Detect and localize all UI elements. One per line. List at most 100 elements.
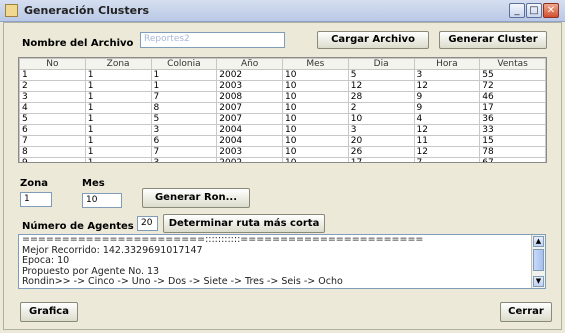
table-cell[interactable]: 2002	[216, 69, 283, 81]
table-row[interactable]: 4 1 8 2007 10 2 9 17	[19, 102, 546, 114]
table-row[interactable]: 7 1 6 2004 10 20 11 15	[19, 135, 546, 147]
table-cell[interactable]: 67	[479, 157, 546, 162]
col-header-no[interactable]: No	[19, 58, 86, 70]
table-cell[interactable]: 26	[347, 146, 415, 158]
data-table[interactable]: No Zona Colonia Año Mes Dia Hora Ventas …	[18, 57, 547, 163]
table-cell[interactable]: 10	[282, 157, 349, 162]
console-scrollbar[interactable]: ▲ ▼	[531, 235, 545, 288]
table-cell[interactable]: 9	[413, 102, 481, 114]
table-cell[interactable]: 6	[150, 135, 218, 147]
table-cell[interactable]: 28	[347, 91, 415, 103]
table-cell[interactable]: 10	[282, 124, 349, 136]
table-cell[interactable]: 7	[150, 91, 218, 103]
table-cell[interactable]: 12	[413, 80, 481, 92]
table-cell[interactable]: 17	[479, 102, 546, 114]
table-row[interactable]: 8 1 7 2003 10 26 12 78	[19, 146, 546, 158]
table-cell[interactable]: 46	[479, 91, 546, 103]
table-cell[interactable]: 1	[84, 124, 152, 136]
table-cell[interactable]: 78	[479, 146, 546, 158]
table-cell[interactable]: 10	[282, 113, 349, 125]
table-cell[interactable]: 3	[150, 157, 218, 162]
zona-input[interactable]: 1	[20, 192, 52, 207]
table-cell[interactable]: 2004	[216, 124, 283, 136]
output-textarea[interactable]: =======================:::::::::::======…	[18, 234, 546, 289]
table-cell[interactable]: 10	[347, 113, 415, 125]
table-cell[interactable]: 2003	[216, 146, 283, 158]
table-cell[interactable]: 12	[347, 80, 415, 92]
table-row[interactable]: 9 1 3 2002 10 17 7 67	[19, 157, 546, 162]
close-button[interactable]: Cerrar	[500, 302, 552, 322]
table-cell[interactable]: 1	[84, 135, 152, 147]
shortest-route-button[interactable]: Determinar ruta más corta	[163, 214, 325, 233]
table-cell[interactable]: 7	[19, 135, 86, 147]
table-row[interactable]: 2 1 1 2003 10 12 12 72	[19, 80, 546, 92]
table-cell[interactable]: 1	[84, 69, 152, 81]
table-cell[interactable]: 1	[84, 102, 152, 114]
col-header-zona[interactable]: Zona	[84, 58, 152, 70]
table-cell[interactable]: 11	[413, 135, 481, 147]
table-row[interactable]: 3 1 7 2008 10 28 9 46	[19, 91, 546, 103]
table-cell[interactable]: 1	[84, 91, 152, 103]
table-cell[interactable]: 36	[479, 113, 546, 125]
table-cell[interactable]: 1	[84, 157, 152, 162]
table-cell[interactable]: 2003	[216, 80, 283, 92]
table-cell[interactable]: 12	[413, 124, 481, 136]
table-cell[interactable]: 7	[413, 157, 481, 162]
table-cell[interactable]: 1	[150, 80, 218, 92]
scroll-thumb[interactable]	[533, 249, 544, 271]
maximize-button[interactable]: □	[526, 3, 542, 18]
table-cell[interactable]: 5	[150, 113, 218, 125]
table-cell[interactable]: 10	[282, 146, 349, 158]
table-cell[interactable]: 33	[479, 124, 546, 136]
table-cell[interactable]: 72	[479, 80, 546, 92]
scroll-up-icon[interactable]: ▲	[533, 236, 544, 247]
table-cell[interactable]: 10	[282, 69, 349, 81]
table-cell[interactable]: 2	[347, 102, 415, 114]
chart-button[interactable]: Grafica	[20, 302, 78, 322]
table-cell[interactable]: 17	[347, 157, 415, 162]
table-cell[interactable]: 2004	[216, 135, 283, 147]
table-cell[interactable]: 1	[84, 80, 152, 92]
minimize-button[interactable]: _	[509, 3, 525, 18]
file-name-input[interactable]: Reportes2	[140, 32, 285, 48]
table-cell[interactable]: 2	[19, 80, 86, 92]
table-cell[interactable]: 1	[150, 69, 218, 81]
table-cell[interactable]: 9	[413, 91, 481, 103]
table-cell[interactable]: 5	[347, 69, 415, 81]
table-row[interactable]: 6 1 3 2004 10 3 12 33	[19, 124, 546, 136]
table-cell[interactable]: 2007	[216, 113, 283, 125]
table-cell[interactable]: 2002	[216, 157, 283, 162]
table-cell[interactable]: 20	[347, 135, 415, 147]
table-cell[interactable]: 6	[19, 124, 86, 136]
table-cell[interactable]: 10	[282, 91, 349, 103]
table-cell[interactable]: 2007	[216, 102, 283, 114]
col-header-hora[interactable]: Hora	[413, 58, 481, 70]
table-cell[interactable]: 55	[479, 69, 546, 81]
table-cell[interactable]: 5	[19, 113, 86, 125]
table-cell[interactable]: 3	[150, 124, 218, 136]
table-cell[interactable]: 9	[19, 157, 86, 162]
col-header-ano[interactable]: Año	[216, 58, 283, 70]
table-cell[interactable]: 7	[150, 146, 218, 158]
generate-route-button[interactable]: Generar Ron...	[142, 188, 250, 208]
agents-input[interactable]: 20	[137, 216, 158, 231]
table-cell[interactable]: 1	[84, 113, 152, 125]
table-cell[interactable]: 10	[282, 135, 349, 147]
table-row[interactable]: 1 1 1 2002 10 5 3 55	[19, 69, 546, 81]
table-cell[interactable]: 1	[19, 69, 86, 81]
close-window-button[interactable]: ✕	[543, 3, 559, 18]
table-cell[interactable]: 8	[19, 146, 86, 158]
table-cell[interactable]: 12	[413, 146, 481, 158]
table-cell[interactable]: 4	[19, 102, 86, 114]
table-cell[interactable]: 1	[84, 146, 152, 158]
table-cell[interactable]: 3	[413, 69, 481, 81]
load-file-button[interactable]: Cargar Archivo	[317, 31, 429, 49]
table-cell[interactable]: 15	[479, 135, 546, 147]
col-header-mes[interactable]: Mes	[282, 58, 349, 70]
table-cell[interactable]: 3	[19, 91, 86, 103]
generate-cluster-button[interactable]: Generar Cluster	[439, 31, 547, 49]
table-cell[interactable]: 10	[282, 80, 349, 92]
col-header-dia[interactable]: Dia	[347, 58, 415, 70]
mes-input[interactable]: 10	[82, 193, 122, 208]
table-cell[interactable]: 3	[347, 124, 415, 136]
